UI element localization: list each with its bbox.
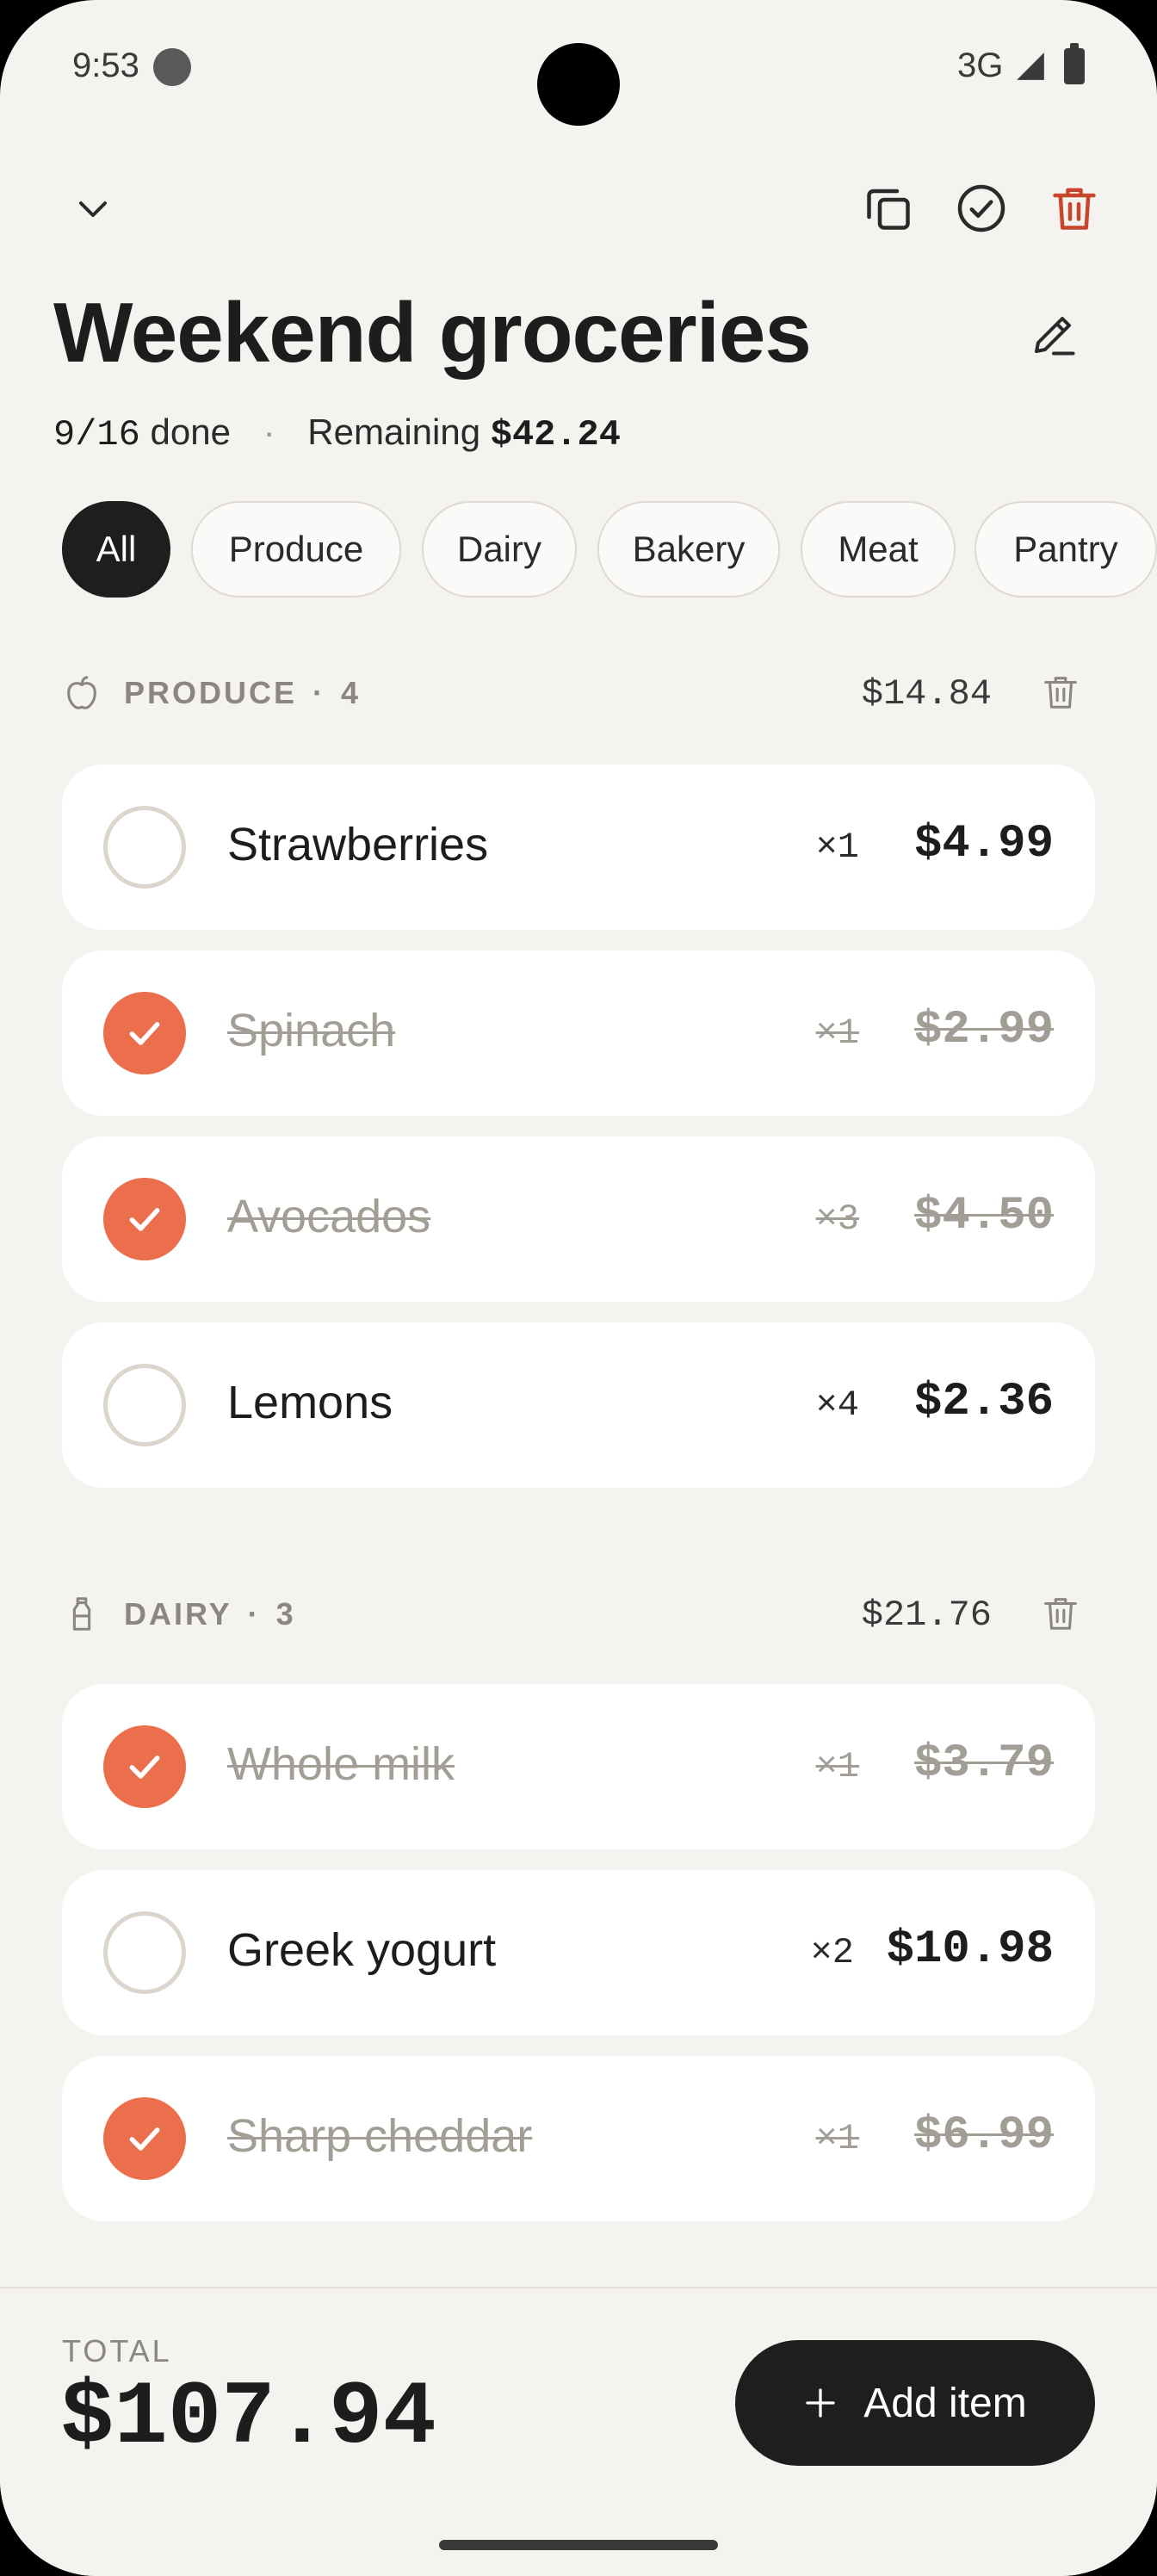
add-item-button[interactable]: Add item	[735, 2340, 1095, 2466]
filter-chip-meat[interactable]: Meat	[801, 501, 956, 598]
section-header-dairy: DAIRY · 3 $21.76	[62, 1588, 1095, 1639]
duplicate-list-button[interactable]	[857, 177, 919, 239]
section-count: 3	[275, 1596, 296, 1632]
notification-dot-icon	[153, 48, 191, 86]
item-name: Lemons	[227, 1377, 393, 1428]
edit-title-button[interactable]	[1023, 303, 1085, 365]
item-checkbox[interactable]	[103, 992, 186, 1074]
item-name: Greek yogurt	[227, 1924, 497, 1976]
list-item[interactable]: Avocados ×3 $4.50	[62, 1136, 1095, 1302]
item-checkbox[interactable]	[103, 1364, 186, 1446]
list-item[interactable]: Greek yogurt ×2 $10.98	[62, 1870, 1095, 2035]
checkmark-icon	[129, 1208, 160, 1231]
item-price: $4.99	[913, 818, 1054, 870]
delete-list-button[interactable]	[1043, 177, 1105, 239]
plus-icon	[806, 2388, 835, 2418]
total-label: TOTAL	[62, 2333, 172, 2369]
bottle-icon	[72, 1597, 91, 1631]
item-quantity: ×4	[815, 1384, 859, 1426]
trash-icon	[1044, 677, 1077, 709]
list-item[interactable]: Strawberries ×1 $4.99	[62, 765, 1095, 930]
copy-icon	[867, 189, 910, 230]
section-title-wrap: PRODUCE · 4	[124, 675, 361, 711]
page-title: Weekend groceries	[53, 285, 812, 380]
item-name: Strawberries	[227, 819, 489, 870]
item-price: $10.98	[886, 1923, 1054, 1976]
progress-count: 9/16	[53, 414, 140, 455]
check-all-button[interactable]	[950, 177, 1012, 239]
remaining-value: $42.24	[490, 414, 621, 455]
checkmark-icon	[129, 2127, 160, 2151]
list-summary: 9/16 done · Remaining $42.24	[53, 412, 621, 455]
list-item[interactable]: Lemons ×4 $2.36	[62, 1322, 1095, 1488]
section-total: $14.84	[861, 673, 992, 715]
filter-chip-all[interactable]: All	[62, 501, 170, 598]
filter-chip-bakery[interactable]: Bakery	[597, 501, 780, 598]
item-quantity: ×2	[810, 1932, 854, 1973]
item-price: $2.36	[913, 1376, 1054, 1428]
section-title: DAIRY	[124, 1596, 232, 1632]
item-price: $6.99	[913, 2109, 1054, 2162]
network-type: 3G	[957, 46, 1004, 84]
item-quantity: ×3	[815, 1198, 859, 1240]
summary-separator: ·	[263, 412, 275, 452]
section-header-produce: PRODUCE · 4 $14.84	[62, 666, 1095, 718]
remaining-label: Remaining	[307, 412, 481, 452]
filter-chip-produce[interactable]: Produce	[191, 501, 401, 598]
item-price: $4.50	[913, 1190, 1054, 1242]
checkmark-icon	[129, 1756, 160, 1779]
home-indicator[interactable]	[439, 2540, 718, 2550]
trash-icon	[1053, 188, 1096, 230]
check-circle-icon	[957, 184, 1005, 232]
list-item[interactable]: Whole milk ×1 $3.79	[62, 1684, 1095, 1849]
item-price: $2.99	[913, 1004, 1054, 1056]
item-quantity: ×1	[815, 1012, 859, 1054]
delete-section-button[interactable]	[1035, 666, 1086, 718]
section-title: PRODUCE	[124, 675, 298, 710]
item-quantity: ×1	[815, 2118, 859, 2159]
delete-section-button[interactable]	[1035, 1588, 1086, 1639]
checkmark-icon	[129, 1022, 160, 1045]
app-screen: 9:53 3G Weekend groceries 9/16 done · Re…	[0, 0, 1157, 2576]
item-name: Spinach	[227, 1005, 396, 1056]
item-checkbox[interactable]	[103, 1911, 186, 1994]
item-name: Whole milk	[227, 1738, 455, 1790]
list-item[interactable]: Spinach ×1 $2.99	[62, 951, 1095, 1116]
list-item[interactable]: Sharp cheddar ×1 $6.99	[62, 2056, 1095, 2221]
total-value: $107.94	[60, 2368, 436, 2469]
section-dot: ·	[312, 675, 326, 710]
item-checkbox[interactable]	[103, 1178, 186, 1260]
item-checkbox[interactable]	[103, 806, 186, 889]
pencil-icon	[1035, 317, 1075, 356]
item-name: Avocados	[227, 1191, 431, 1242]
item-checkbox[interactable]	[103, 2097, 186, 2180]
item-quantity: ×1	[815, 827, 859, 868]
signal-icon	[1017, 53, 1044, 80]
item-name: Sharp cheddar	[227, 2110, 533, 2162]
chevron-down-icon	[79, 201, 107, 217]
section-dot: ·	[247, 1596, 261, 1632]
item-quantity: ×1	[815, 1746, 859, 1787]
done-label: done	[150, 412, 231, 452]
section-total: $21.76	[861, 1595, 992, 1636]
filter-chip-dairy[interactable]: Dairy	[422, 501, 577, 598]
add-item-label: Add item	[863, 2380, 1027, 2426]
section-count: 4	[341, 675, 362, 710]
battery-icon	[1064, 43, 1085, 84]
item-price: $3.79	[913, 1737, 1054, 1790]
collapse-button[interactable]	[62, 177, 124, 239]
camera-cutout	[537, 43, 620, 126]
trash-icon	[1044, 1598, 1077, 1630]
item-checkbox[interactable]	[103, 1725, 186, 1808]
apple-icon	[67, 676, 96, 709]
section-title-wrap: DAIRY · 3	[124, 1596, 296, 1632]
filter-chip-pantry[interactable]: Pantry	[974, 501, 1157, 598]
status-time: 9:53	[72, 46, 139, 84]
